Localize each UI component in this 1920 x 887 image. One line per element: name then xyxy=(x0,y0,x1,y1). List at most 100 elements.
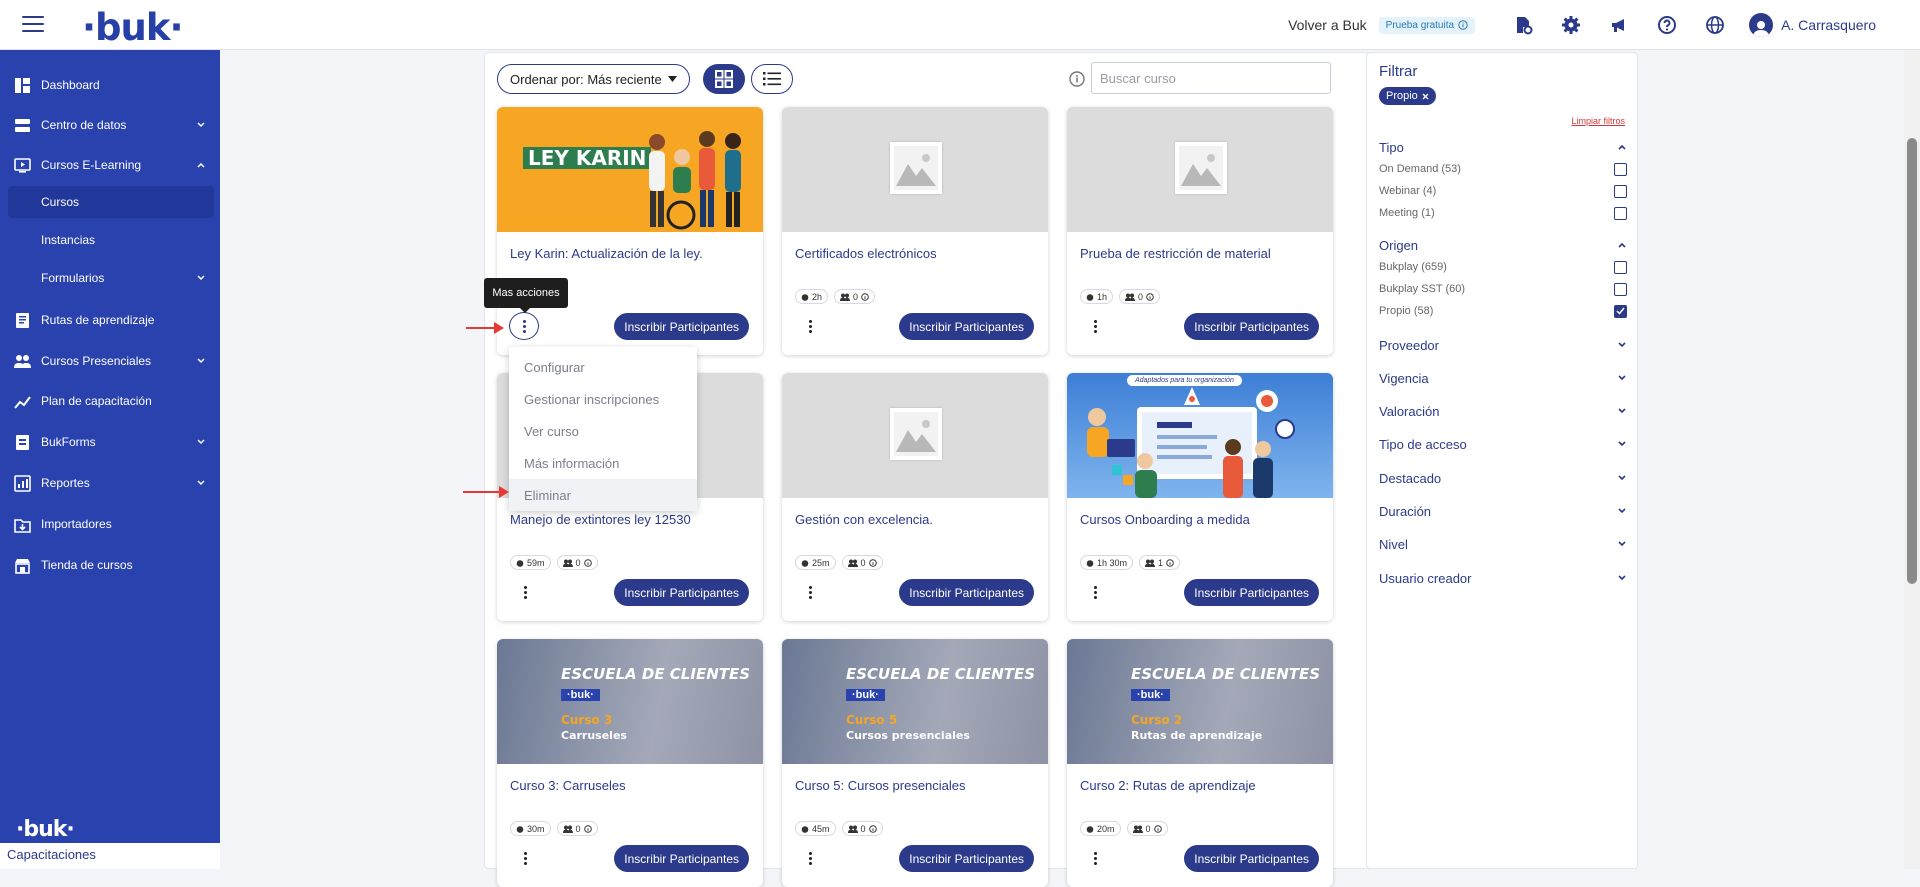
course-title[interactable]: Ley Karin: Actualización de la ley. xyxy=(510,246,750,261)
checkbox[interactable] xyxy=(1614,162,1627,176)
course-card[interactable]: Prueba de restricción de material 1h 0 I… xyxy=(1067,107,1333,355)
sidebar-item-instancias[interactable]: Instancias xyxy=(0,224,220,256)
participants-count: 0 xyxy=(1138,291,1144,302)
gear-icon[interactable] xyxy=(1561,15,1581,35)
sidebar-item-reportes[interactable]: Reportes xyxy=(0,465,220,501)
image-placeholder-icon xyxy=(1175,142,1227,194)
sidebar-item-cursos[interactable]: Cursos xyxy=(8,186,214,218)
sidebar-item-tienda-de-cursos[interactable]: Tienda de cursos xyxy=(0,547,220,583)
menu-icon[interactable] xyxy=(22,16,44,34)
filter-chip-propio[interactable]: Propio xyxy=(1379,87,1436,105)
enroll-button[interactable]: Inscribir Participantes xyxy=(899,313,1034,340)
enroll-button[interactable]: Inscribir Participantes xyxy=(899,845,1034,872)
more-actions-button[interactable] xyxy=(802,582,818,602)
enroll-button[interactable]: Inscribir Participantes xyxy=(1184,579,1319,606)
more-actions-button[interactable] xyxy=(509,312,539,340)
filter-section-proveedor[interactable]: Proveedor xyxy=(1379,335,1627,355)
grid-view-button[interactable] xyxy=(703,64,745,94)
more-actions-button[interactable] xyxy=(1087,582,1103,602)
filter-section-tipo-de-acceso[interactable]: Tipo de acceso xyxy=(1379,434,1627,454)
checkbox[interactable] xyxy=(1614,260,1627,274)
course-title[interactable]: Manejo de extintores ley 12530 xyxy=(510,512,750,527)
checkbox[interactable] xyxy=(1614,184,1627,198)
menu-item-eliminar[interactable]: Eliminar xyxy=(509,479,697,511)
sidebar-item-formularios[interactable]: Formularios xyxy=(0,262,220,294)
enroll-button[interactable]: Inscribir Participantes xyxy=(1184,313,1319,340)
info-icon xyxy=(868,824,877,833)
filter-section-nivel[interactable]: Nivel xyxy=(1379,534,1627,554)
more-actions-button[interactable] xyxy=(517,848,533,868)
course-card[interactable]: Adaptados para tu organización Cursos On… xyxy=(1067,373,1333,621)
scrollbar-thumb[interactable] xyxy=(1907,138,1917,584)
course-card[interactable]: ESCUELA DE CLIENTES ·buk· Curso 3 Carrus… xyxy=(497,639,763,887)
course-card[interactable]: ESCUELA DE CLIENTES ·buk· Curso 5 Cursos… xyxy=(782,639,1048,887)
info-icon[interactable] xyxy=(1069,71,1085,87)
course-title[interactable]: Certificados electrónicos xyxy=(795,246,1035,261)
chevron-down-icon xyxy=(1618,375,1626,381)
info-icon xyxy=(583,558,592,567)
buk-logo[interactable]: ·buk· xyxy=(82,6,184,49)
enroll-button[interactable]: Inscribir Participantes xyxy=(614,313,749,340)
filter-section-duracion[interactable]: Duración xyxy=(1379,501,1627,521)
more-actions-button[interactable] xyxy=(802,316,818,336)
course-card[interactable]: LEY KARIN Ley Karin: Actualización de la… xyxy=(497,107,763,355)
course-card[interactable]: Gestión con excelencia. 25m 0 Inscribir … xyxy=(782,373,1048,621)
course-title[interactable]: Curso 2: Rutas de aprendizaje xyxy=(1080,778,1320,793)
info-icon xyxy=(583,824,592,833)
filter-section-valoracion[interactable]: Valoración xyxy=(1379,401,1627,421)
course-card[interactable]: Certificados electrónicos 2h 0 Inscribir… xyxy=(782,107,1048,355)
menu-item-mas-informacion[interactable]: Más información xyxy=(509,447,697,479)
help-icon[interactable] xyxy=(1657,15,1677,35)
filter-section-usuario-creador[interactable]: Usuario creador xyxy=(1379,568,1627,588)
volver-link[interactable]: Volver a Buk xyxy=(1288,17,1367,33)
enroll-button[interactable]: Inscribir Participantes xyxy=(899,579,1034,606)
filter-section-tipo[interactable]: Tipo xyxy=(1379,137,1627,157)
megaphone-icon[interactable] xyxy=(1609,15,1629,35)
course-title[interactable]: Curso 3: Carruseles xyxy=(510,778,750,793)
trial-badge[interactable]: Prueba gratuita xyxy=(1378,16,1476,34)
document-settings-icon[interactable] xyxy=(1513,15,1533,35)
caret-down-icon xyxy=(667,76,677,82)
course-title[interactable]: Prueba de restricción de material xyxy=(1080,246,1320,261)
sidebar-item-bukforms[interactable]: BukForms xyxy=(0,424,220,460)
close-icon[interactable] xyxy=(1422,93,1429,100)
chevron-down-icon xyxy=(197,275,205,281)
checkbox-checked[interactable] xyxy=(1614,304,1627,318)
more-actions-button[interactable] xyxy=(1087,848,1103,868)
enroll-button[interactable]: Inscribir Participantes xyxy=(614,579,749,606)
sidebar-item-dashboard[interactable]: Dashboard xyxy=(0,67,220,103)
clear-filters-link[interactable]: Limpiar filtros xyxy=(1571,116,1625,126)
sidebar-item-cursos-e-learning[interactable]: Cursos E-Learning xyxy=(0,147,220,183)
globe-icon[interactable] xyxy=(1705,15,1725,35)
search-input[interactable] xyxy=(1091,62,1331,94)
course-thumbnail: ESCUELA DE CLIENTES ·buk· Curso 3 Carrus… xyxy=(497,639,763,764)
sort-dropdown[interactable]: Ordenar por: Más reciente xyxy=(497,64,690,94)
more-actions-button[interactable] xyxy=(802,848,818,868)
sidebar-item-importadores[interactable]: Importadores xyxy=(0,506,220,542)
course-title[interactable]: Cursos Onboarding a medida xyxy=(1080,512,1320,527)
filter-section-origen[interactable]: Origen xyxy=(1379,235,1627,255)
page-scrollbar[interactable] xyxy=(1904,50,1920,869)
enroll-button[interactable]: Inscribir Participantes xyxy=(1184,845,1319,872)
sidebar-item-label: Cursos Presenciales xyxy=(41,354,152,368)
filter-section-destacado[interactable]: Destacado xyxy=(1379,468,1627,488)
menu-item-gestionar-inscripciones[interactable]: Gestionar inscripciones xyxy=(509,383,697,415)
menu-item-ver-curso[interactable]: Ver curso xyxy=(509,415,697,447)
sidebar-item-label: BukForms xyxy=(41,435,96,449)
course-title[interactable]: Curso 5: Cursos presenciales xyxy=(795,778,1035,793)
enroll-button[interactable]: Inscribir Participantes xyxy=(614,845,749,872)
sidebar-item-plan-de-capacitacion[interactable]: Plan de capacitación xyxy=(0,383,220,419)
sidebar-item-rutas-de-aprendizaje[interactable]: Rutas de aprendizaje xyxy=(0,302,220,338)
filter-section-vigencia[interactable]: Vigencia xyxy=(1379,368,1627,388)
more-actions-button[interactable] xyxy=(517,582,533,602)
sidebar-item-centro-de-datos[interactable]: Centro de datos xyxy=(0,107,220,143)
checkbox[interactable] xyxy=(1614,282,1627,296)
course-card[interactable]: ESCUELA DE CLIENTES ·buk· Curso 2 Rutas … xyxy=(1067,639,1333,887)
more-actions-button[interactable] xyxy=(1087,316,1103,336)
menu-item-configurar[interactable]: Configurar xyxy=(509,351,697,383)
course-title[interactable]: Gestión con excelencia. xyxy=(795,512,1035,527)
sidebar-item-cursos-presenciales[interactable]: Cursos Presenciales xyxy=(0,343,220,379)
checkbox[interactable] xyxy=(1614,206,1627,220)
user-menu[interactable]: A. Carrasquero xyxy=(1749,13,1876,37)
list-view-button[interactable] xyxy=(751,64,793,94)
